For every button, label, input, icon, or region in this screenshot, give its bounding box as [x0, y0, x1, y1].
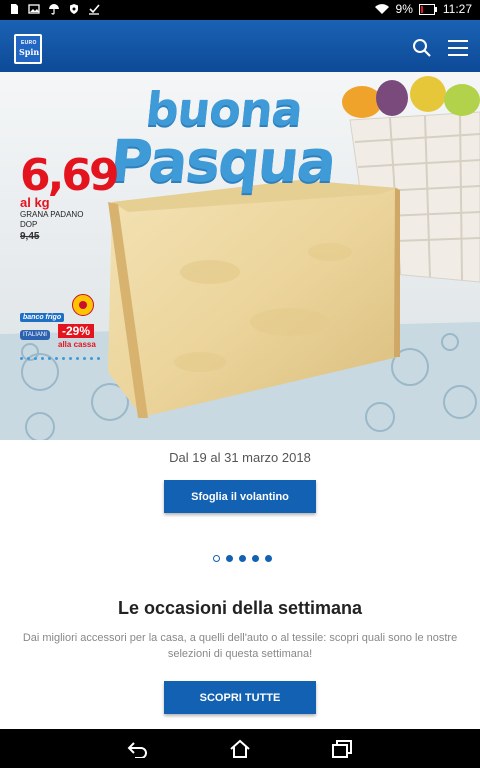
shield-icon — [70, 4, 78, 14]
price-tag: 6,69 al kg GRANA PADANO DOP 9,45 — [20, 150, 120, 243]
notification-icons — [8, 3, 100, 15]
italiani-badge: ITALIANI — [20, 330, 50, 340]
dop-seal-icon — [72, 294, 94, 316]
discount-badge: -29% — [58, 324, 95, 338]
carousel-indicator — [213, 555, 272, 562]
hero-title-line1: buona — [143, 82, 305, 136]
carousel-dot[interactable] — [226, 555, 233, 562]
logo-euro-text: EURO — [21, 40, 37, 46]
price-value: 6,69 — [20, 150, 120, 201]
home-button[interactable] — [227, 737, 253, 761]
battery-icon — [418, 3, 437, 15]
logo-background: EURO Spin — [16, 36, 40, 62]
carousel-dot[interactable] — [252, 555, 259, 562]
system-nav-bar — [0, 729, 480, 768]
system-status: 9% 11:27 — [374, 2, 472, 16]
discount-note: alla cassa — [58, 340, 96, 349]
weekly-offers-description: Dai migliori accessori per la casa, a qu… — [22, 632, 458, 660]
back-icon — [127, 742, 147, 758]
carousel-dot-active[interactable] — [213, 555, 220, 562]
search-button[interactable] — [408, 34, 436, 62]
carousel-dot[interactable] — [265, 555, 272, 562]
recents-button[interactable] — [329, 737, 355, 761]
hamburger-menu-icon — [448, 40, 468, 56]
status-bar: 9% 11:27 — [0, 0, 480, 20]
browse-flyer-button[interactable]: Sfoglia il volantino — [164, 480, 316, 513]
home-icon — [230, 739, 250, 758]
recents-icon — [332, 740, 352, 758]
sd-card-icon — [11, 4, 18, 14]
wifi-icon — [374, 4, 389, 14]
battery-percent: 9% — [395, 2, 413, 16]
eurospin-logo[interactable]: EURO Spin — [14, 34, 42, 64]
umbrella-icon — [49, 4, 59, 15]
clock: 11:27 — [442, 2, 472, 16]
menu-button[interactable] — [444, 34, 472, 62]
check-icon — [89, 4, 100, 15]
image-icon — [28, 4, 40, 14]
back-button[interactable] — [125, 737, 151, 761]
banco-frigo-badge: banco frigo — [20, 313, 65, 322]
hero-title-line2: Pasqua — [106, 127, 339, 195]
promo-date-range: Dal 19 al 31 marzo 2018 — [169, 450, 311, 465]
hero-banner[interactable]: buona Pasqua 6,69 al kg GRANA PADANO DOP… — [0, 72, 480, 440]
search-icon — [413, 39, 431, 57]
product-name-line2: DOP — [20, 220, 38, 229]
weekly-offers-title: Le occasioni della settimana — [117, 598, 363, 618]
logo-spin-text: Spin — [19, 47, 40, 57]
old-price: 9,45 — [20, 231, 40, 242]
carousel-dot[interactable] — [239, 555, 246, 562]
decorative-dots — [20, 357, 100, 360]
product-name-line1: GRANA PADANO — [20, 210, 84, 219]
discover-all-button[interactable]: SCOPRI TUTTE — [164, 681, 316, 714]
